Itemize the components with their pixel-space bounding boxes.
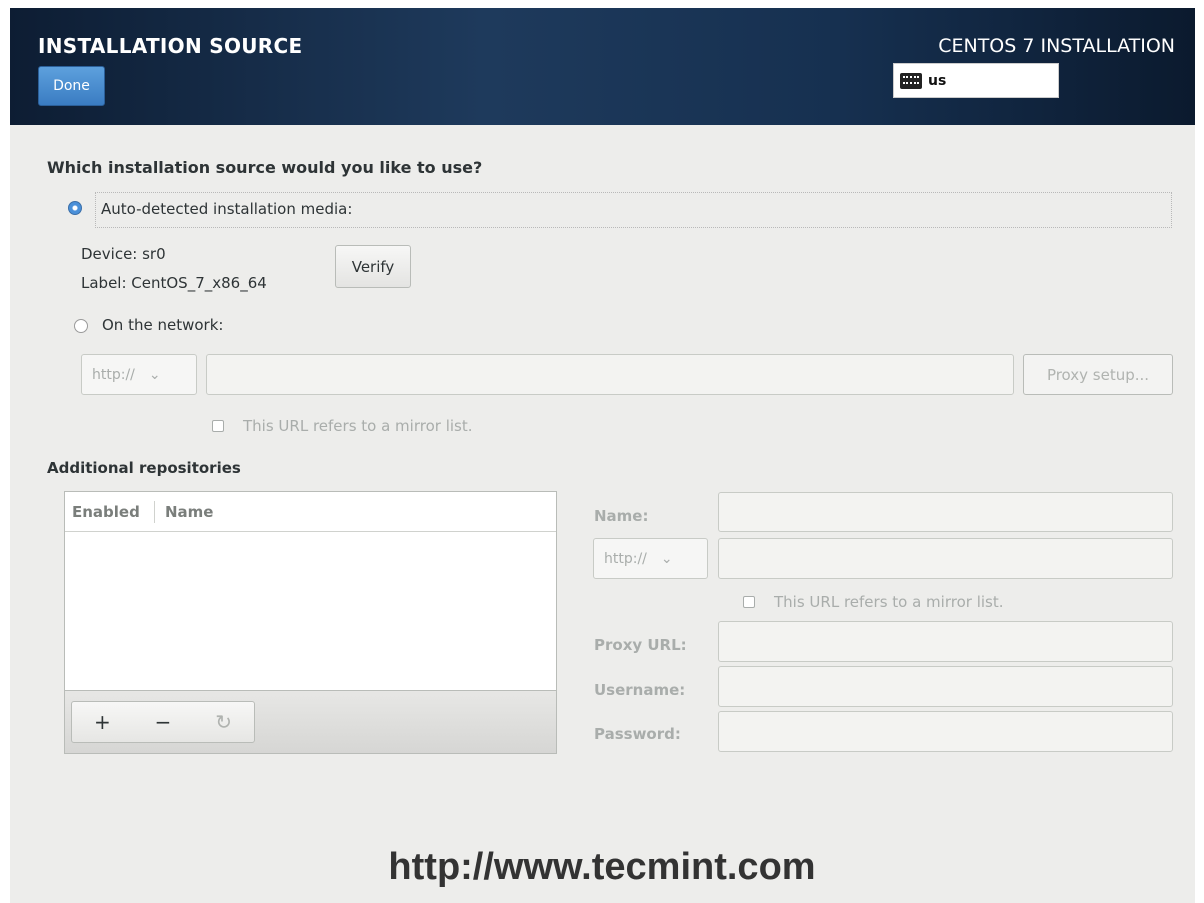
password-label: Password: [594, 725, 681, 743]
media-label: Label: CentOS_7_x86_64 [81, 274, 267, 292]
remove-repo-button[interactable]: − [133, 702, 194, 742]
column-name[interactable]: Name [155, 501, 213, 523]
watermark-text: http://www.tecmint.com [388, 846, 816, 888]
chevron-down-icon: ⌄ [148, 366, 161, 383]
repo-table[interactable]: Enabled Name + − ↻ [64, 491, 557, 754]
repos-heading: Additional repositories [47, 459, 241, 477]
proxy-url-input[interactable] [718, 621, 1173, 662]
column-enabled[interactable]: Enabled [65, 500, 155, 523]
chevron-down-icon: ⌄ [660, 550, 673, 567]
network-protocol-value: http:// [92, 366, 135, 383]
proxy-setup-button[interactable]: Proxy setup... [1023, 354, 1173, 395]
reset-repo-button[interactable]: ↻ [193, 702, 254, 742]
keyboard-layout-indicator[interactable]: us [893, 63, 1059, 98]
proxy-url-label: Proxy URL: [594, 636, 687, 654]
repo-table-header: Enabled Name [65, 492, 556, 532]
network-url-input[interactable] [206, 354, 1014, 395]
repo-mirror-checkbox[interactable] [743, 596, 755, 608]
network-protocol-select[interactable]: http:// ⌄ [81, 354, 197, 395]
network-radio[interactable] [74, 319, 88, 333]
repo-toolbar: + − ↻ [65, 690, 556, 753]
done-button[interactable]: Done [38, 66, 105, 106]
repo-name-label: Name: [594, 507, 649, 525]
password-input[interactable] [718, 711, 1173, 752]
installer-window [10, 8, 1195, 903]
username-input[interactable] [718, 666, 1173, 707]
keyboard-icon [900, 72, 922, 89]
product-title: CENTOS 7 INSTALLATION [938, 35, 1175, 57]
verify-button[interactable]: Verify [335, 245, 411, 288]
repo-protocol-value: http:// [604, 550, 647, 567]
repo-mirror-label: This URL refers to a mirror list. [774, 593, 1004, 611]
repo-name-input[interactable] [718, 492, 1173, 532]
repo-protocol-select[interactable]: http:// ⌄ [593, 538, 708, 579]
add-repo-button[interactable]: + [72, 702, 133, 742]
network-mirror-label: This URL refers to a mirror list. [243, 417, 473, 435]
repo-url-input[interactable] [718, 538, 1173, 579]
network-mirror-checkbox[interactable] [212, 420, 224, 432]
auto-detected-label: Auto-detected installation media: [101, 200, 353, 218]
device-label: Device: sr0 [81, 245, 166, 263]
network-label: On the network: [102, 316, 224, 334]
repo-button-group: + − ↻ [71, 701, 255, 743]
keyboard-layout-label: us [928, 72, 947, 89]
source-question: Which installation source would you like… [47, 158, 483, 177]
auto-detected-radio[interactable] [68, 201, 82, 215]
username-label: Username: [594, 681, 686, 699]
page-title: INSTALLATION SOURCE [38, 34, 303, 58]
